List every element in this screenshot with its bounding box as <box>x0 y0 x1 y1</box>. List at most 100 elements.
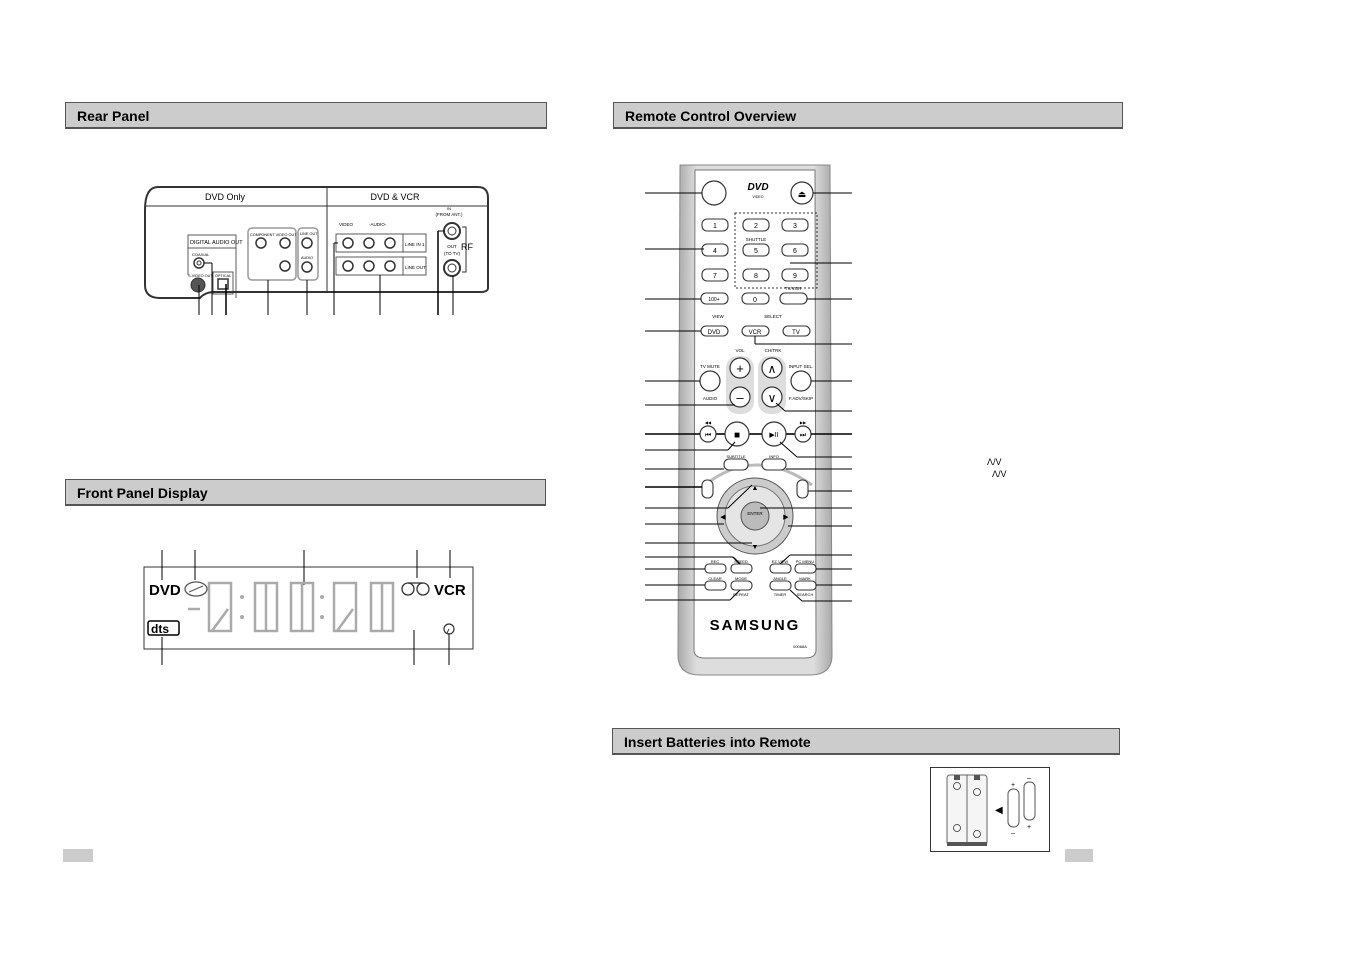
page-number-right <box>1065 849 1093 862</box>
coaxial-label: COAXIAL <box>192 252 210 257</box>
batteries-header: Insert Batteries into Remote <box>612 728 1120 755</box>
svg-text:–: – <box>736 390 744 405</box>
battery-insert-diagram: ◀ + – – + <box>930 767 1050 852</box>
svg-text:–: – <box>1027 775 1031 782</box>
to-tv-label: (TO TV) <box>444 251 461 256</box>
number-label: 7 <box>713 273 717 280</box>
svg-text:CLEAR: CLEAR <box>708 576 721 581</box>
svg-text:ENTER: ENTER <box>747 511 763 516</box>
input-sel-button <box>790 370 812 392</box>
svg-text:VOL: VOL <box>735 348 745 353</box>
dvd-logo: DVD <box>747 182 768 193</box>
power-button <box>701 180 727 206</box>
angle-button <box>769 580 792 591</box>
dts-indicator: dts <box>151 622 169 636</box>
svg-text:MODE: MODE <box>735 576 747 581</box>
speed-button <box>730 563 753 574</box>
mark-button <box>794 580 817 591</box>
svg-text:TIMER: TIMER <box>774 592 787 597</box>
model-number: 00068A <box>793 644 807 649</box>
number-label: 4 <box>713 248 717 255</box>
svg-text:TV/VCR: TV/VCR <box>785 286 802 291</box>
mode-button <box>730 580 753 591</box>
svg-text:ANGLE: ANGLE <box>773 576 787 581</box>
svg-text:SEARCH: SEARCH <box>797 592 814 597</box>
clear-button <box>704 580 727 591</box>
nav-left-icon: ◀ <box>720 514 726 521</box>
svg-text:VIEW: VIEW <box>712 314 724 319</box>
nav-right-icon: ▶ <box>783 514 789 521</box>
video-label: VIDEO <box>339 222 354 227</box>
arrow-left-icon: ◀ <box>995 805 1003 816</box>
dvd-vcr-label: DVD & VCR <box>370 192 420 202</box>
dvd-only-label: DVD Only <box>205 192 246 202</box>
svg-text:CH/TRK: CH/TRK <box>765 348 782 353</box>
front-panel-header: Front Panel Display <box>65 479 546 506</box>
page-number-left <box>63 849 93 862</box>
svg-text:SUBTITLE: SUBTITLE <box>726 454 745 459</box>
menu-button <box>701 479 714 499</box>
audio-lr-label: -AUDIO- <box>369 222 387 227</box>
return-button <box>796 479 809 499</box>
svg-text:⏮: ⏮ <box>705 432 711 439</box>
svg-text:INPUT SEL.: INPUT SEL. <box>789 364 813 369</box>
rear-panel-title: Rear Panel <box>77 108 150 124</box>
eject-icon: ⏏ <box>798 189 807 199</box>
dvd-indicator: DVD <box>149 582 181 599</box>
digital-audio-out-label: DIGITAL AUDIO OUT <box>190 240 243 246</box>
samsung-logo: SAMSUNG <box>710 617 801 634</box>
svg-text:TV: TV <box>792 330 800 336</box>
from-ant-label: (FROM ANT.) <box>436 212 463 217</box>
svg-text:▶II: ▶II <box>769 432 778 439</box>
svg-text:∨: ∨ <box>768 391 777 405</box>
segment-digits <box>188 581 395 633</box>
svg-text:–: – <box>1011 830 1015 837</box>
svg-text:+: + <box>1027 824 1031 831</box>
out-label: OUT <box>447 244 457 249</box>
ch-trk-note-1: Λ/V <box>987 457 1002 467</box>
subtitle-button <box>723 458 749 471</box>
optical-label: OPTICAL <box>215 274 231 278</box>
battery-1 <box>1007 788 1020 828</box>
svg-text:+: + <box>736 361 744 376</box>
svg-text:◀◀: ◀◀ <box>705 420 712 425</box>
battery-2 <box>1023 781 1036 821</box>
rear-panel-header: Rear Panel <box>65 102 547 129</box>
remote-overview-title: Remote Control Overview <box>625 108 797 124</box>
svg-text:■: ■ <box>734 430 740 441</box>
svg-text:DVD: DVD <box>708 330 721 336</box>
svg-text:AUDIO: AUDIO <box>703 396 718 401</box>
svg-text:⏭: ⏭ <box>800 432 807 439</box>
vcr-indicator: VCR <box>434 582 466 599</box>
front-panel-display-diagram: DVD VCR dts <box>143 550 474 665</box>
s-video-out-label: S-VIDEO OUT <box>188 274 213 278</box>
number-label: 3 <box>793 223 797 230</box>
number-label: 9 <box>793 273 797 280</box>
number-label: 8 <box>754 273 758 280</box>
number-label: 2 <box>754 223 758 230</box>
svg-text:REC: REC <box>711 559 720 564</box>
number-label: 1 <box>713 223 717 230</box>
svg-text:VCR: VCR <box>749 330 762 336</box>
rec-button <box>704 563 727 574</box>
nav-down-icon: ▼ <box>752 544 759 551</box>
tv-vcr-button <box>779 292 808 305</box>
enter-button <box>740 501 770 531</box>
coaxial-jack <box>193 257 205 269</box>
rf-label: RF <box>461 242 473 252</box>
remote-control-diagram: DVD VIDEO ⏏ 1 2 3 4 5 6 7 8 9 SHUTTLE 100+ 0 TV/… <box>645 164 852 676</box>
shuttle-label: SHUTTLE <box>746 237 767 242</box>
tv-mute-button <box>699 370 721 392</box>
svg-text:TV MUTE: TV MUTE <box>700 364 720 369</box>
number-label: 5 <box>754 248 758 255</box>
svg-text:∧: ∧ <box>768 362 777 376</box>
svg-text:MARK: MARK <box>799 576 811 581</box>
ch-trk-note-2: Λ/V <box>992 469 1007 479</box>
svg-text:▶▶: ▶▶ <box>800 420 807 425</box>
svg-text:0: 0 <box>753 297 757 304</box>
remote-overview-header: Remote Control Overview <box>613 102 1123 129</box>
s-video-jack <box>190 277 206 293</box>
video-logo: VIDEO <box>753 195 764 199</box>
svg-text:INFO: INFO <box>769 454 779 459</box>
ez-view-button <box>769 563 792 574</box>
